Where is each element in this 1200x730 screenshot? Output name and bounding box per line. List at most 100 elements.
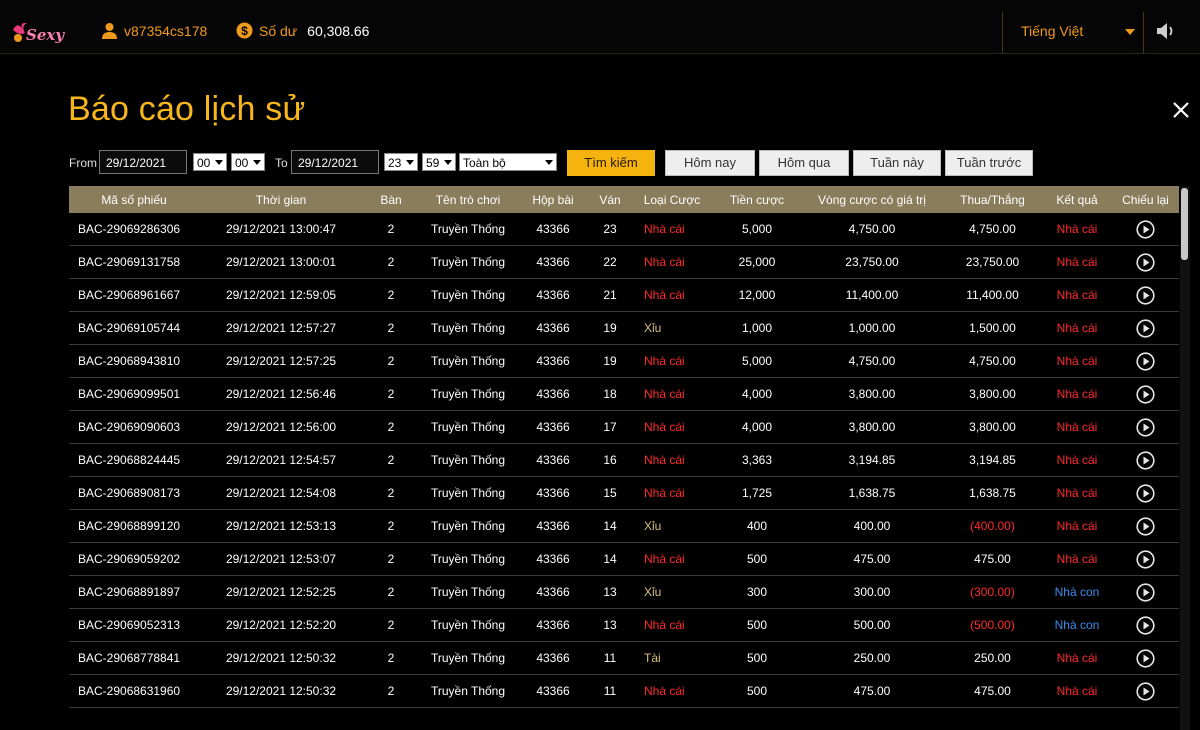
search-button[interactable]: Tìm kiếm <box>567 150 655 176</box>
valid-bet-cell: 3,800.00 <box>801 410 943 444</box>
from-date-input[interactable]: 29/12/2021 <box>99 150 187 174</box>
time-cell: 29/12/2021 13:00:47 <box>199 213 363 246</box>
user-info: v87354cs178 <box>101 22 207 39</box>
table-row: BAC-29069131758 29/12/2021 13:00:01 2 Truyề… <box>69 245 1179 279</box>
bet-type-cell: Nhà cái <box>631 476 713 510</box>
last-week-button[interactable]: Tuần trước <box>945 150 1033 176</box>
play-icon[interactable] <box>1136 450 1155 470</box>
balance-info: $ Số dư 60,308.66 <box>236 22 369 39</box>
ticket-cell: BAC-29069099501 <box>69 377 199 411</box>
play-icon[interactable] <box>1136 681 1155 701</box>
play-icon[interactable] <box>1136 417 1155 437</box>
scrollbar-track[interactable] <box>1180 186 1190 730</box>
speaker-icon[interactable] <box>1156 22 1176 40</box>
play-icon[interactable] <box>1136 384 1155 404</box>
time-cell: 29/12/2021 12:53:07 <box>199 542 363 576</box>
language-select[interactable]: Tiếng Việt <box>1002 12 1144 53</box>
table-row: BAC-29068824445 29/12/2021 12:54:57 2 Truyề… <box>69 443 1179 477</box>
shoe-cell: 43366 <box>517 476 589 510</box>
stake-cell: 3,363 <box>713 443 801 477</box>
table-number-cell: 2 <box>363 410 419 444</box>
replay-cell <box>1112 608 1179 642</box>
ticket-cell: BAC-29069059202 <box>69 542 199 576</box>
language-label: Tiếng Việt <box>1021 23 1084 39</box>
play-icon[interactable] <box>1136 285 1155 305</box>
replay-cell <box>1112 278 1179 312</box>
valid-bet-cell: 1,000.00 <box>801 311 943 345</box>
dollar-icon: $ <box>236 22 253 39</box>
play-icon[interactable] <box>1136 219 1155 239</box>
scrollbar-thumb[interactable] <box>1181 188 1188 260</box>
play-icon[interactable] <box>1136 615 1155 635</box>
time-cell: 29/12/2021 12:52:20 <box>199 608 363 642</box>
play-icon[interactable] <box>1136 483 1155 503</box>
replay-cell <box>1112 542 1179 576</box>
play-icon[interactable] <box>1136 582 1155 602</box>
round-cell: 16 <box>589 443 631 477</box>
bet-type-cell: Nhà cái <box>631 608 713 642</box>
ticket-cell: BAC-29069286306 <box>69 213 199 246</box>
ticket-cell: BAC-29068631960 <box>69 674 199 708</box>
to-hour-select[interactable]: 23 <box>384 153 418 171</box>
from-label: From <box>69 156 97 170</box>
table-row: BAC-29069052313 29/12/2021 12:52:20 2 Truyề… <box>69 608 1179 642</box>
valid-bet-cell: 300.00 <box>801 575 943 609</box>
replay-cell <box>1112 245 1179 279</box>
play-icon[interactable] <box>1136 351 1155 371</box>
column-header-replay: Chiếu lại <box>1112 186 1179 213</box>
stake-cell: 1,725 <box>713 476 801 510</box>
valid-bet-cell: 250.00 <box>801 641 943 675</box>
replay-cell <box>1112 443 1179 477</box>
win-loss-cell: 3,800.00 <box>943 410 1042 444</box>
stake-cell: 500 <box>713 608 801 642</box>
to-minute-select[interactable]: 59 <box>422 153 456 171</box>
this-week-button[interactable]: Tuần này <box>853 150 941 176</box>
page-title: Báo cáo lịch sử <box>68 90 306 128</box>
svg-text:$: $ <box>241 24 248 38</box>
table-number-cell: 2 <box>363 575 419 609</box>
win-loss-cell: 4,750.00 <box>943 344 1042 378</box>
to-date-input[interactable]: 29/12/2021 <box>291 150 379 174</box>
bet-type-cell: Xỉu <box>631 575 713 609</box>
today-button[interactable]: Hôm nay <box>665 150 755 176</box>
column-header-time: Thời gian <box>199 186 363 213</box>
play-icon[interactable] <box>1136 252 1155 272</box>
table-number-cell: 2 <box>363 213 419 246</box>
from-minute-select[interactable]: 00 <box>231 153 265 171</box>
yesterday-button[interactable]: Hôm qua <box>759 150 849 176</box>
bet-type-cell: Nhà cái <box>631 443 713 477</box>
scope-value: Toàn bộ <box>463 156 506 170</box>
play-icon[interactable] <box>1136 318 1155 338</box>
table-row: BAC-29069059202 29/12/2021 12:53:07 2 Truyề… <box>69 542 1179 576</box>
result-cell: Nhà cái <box>1042 674 1112 708</box>
time-cell: 29/12/2021 12:59:05 <box>199 278 363 312</box>
win-loss-cell: 250.00 <box>943 641 1042 675</box>
shoe-cell: 43366 <box>517 575 589 609</box>
ticket-cell: BAC-29068961667 <box>69 278 199 312</box>
result-cell: Nhà cái <box>1042 641 1112 675</box>
table-row: BAC-29068631960 29/12/2021 12:50:32 2 Truyề… <box>69 674 1179 708</box>
play-icon[interactable] <box>1136 549 1155 569</box>
balance-value: 60,308.66 <box>307 22 370 39</box>
table-row: BAC-29068899120 29/12/2021 12:53:13 2 Truyề… <box>69 509 1179 543</box>
game-name-cell: Truyền Thống <box>419 542 517 576</box>
round-cell: 14 <box>589 542 631 576</box>
round-cell: 13 <box>589 575 631 609</box>
bet-type-cell: Nhà cái <box>631 377 713 411</box>
table-number-cell: 2 <box>363 674 419 708</box>
scope-select[interactable]: Toàn bộ <box>459 153 557 171</box>
valid-bet-cell: 4,750.00 <box>801 213 943 246</box>
round-cell: 22 <box>589 245 631 279</box>
close-icon[interactable] <box>1171 100 1191 120</box>
replay-cell <box>1112 674 1179 708</box>
stake-cell: 25,000 <box>713 245 801 279</box>
column-header-stake: Tiền cược <box>713 186 801 213</box>
stake-cell: 12,000 <box>713 278 801 312</box>
round-cell: 19 <box>589 311 631 345</box>
play-icon[interactable] <box>1136 648 1155 668</box>
from-hour-select[interactable]: 00 <box>193 153 227 171</box>
table-row: BAC-29069286306 29/12/2021 13:00:47 2 Truyề… <box>69 213 1179 246</box>
table-row: BAC-29068961667 29/12/2021 12:59:05 2 Truyề… <box>69 278 1179 312</box>
play-icon[interactable] <box>1136 516 1155 536</box>
game-name-cell: Truyền Thống <box>419 608 517 642</box>
